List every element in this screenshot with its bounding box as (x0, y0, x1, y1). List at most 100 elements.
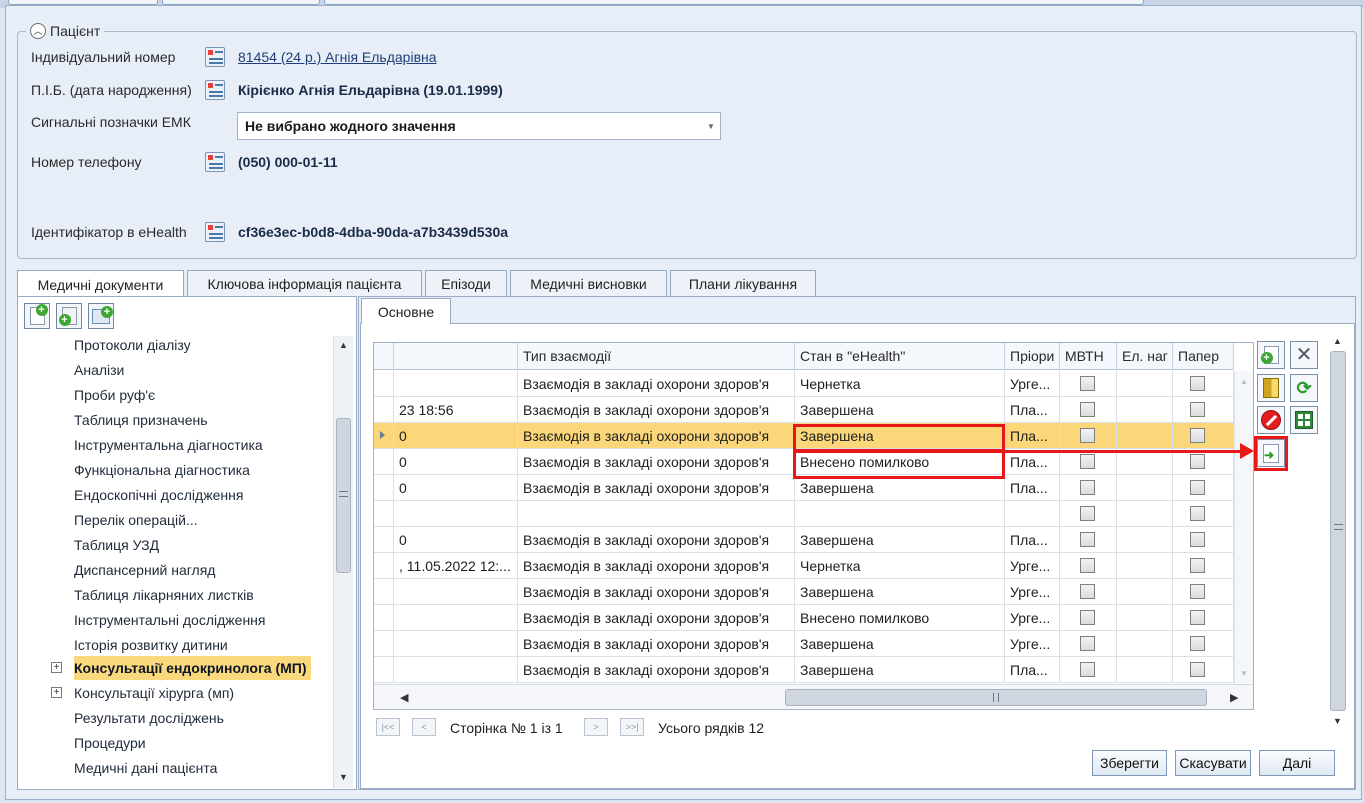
checkbox[interactable] (1190, 454, 1205, 469)
tree-item[interactable]: Диспансерний нагляд (74, 558, 215, 582)
tree-item[interactable]: Проби руф'є (74, 383, 155, 407)
scroll-down-icon[interactable]: ▼ (1240, 669, 1248, 678)
checkbox[interactable] (1080, 376, 1095, 391)
new-document-button[interactable]: + (24, 303, 50, 329)
checkbox[interactable] (1080, 454, 1095, 469)
column-header-type[interactable]: Тип взаємодії (518, 343, 795, 370)
tools-button[interactable]: ✕ (1290, 341, 1318, 369)
tree-item[interactable]: Протоколи діалізу (74, 335, 191, 357)
scroll-up-icon[interactable]: ▲ (1240, 377, 1248, 386)
scroll-thumb[interactable] (1330, 351, 1346, 711)
checkbox[interactable] (1190, 532, 1205, 547)
tab-treatment-plans[interactable]: Плани лікування (670, 270, 816, 297)
tree-item[interactable]: Аналізи (74, 358, 124, 382)
column-header-el-nag[interactable]: Ел. наг (1117, 343, 1173, 370)
cancel-button[interactable]: Скасувати (1175, 750, 1251, 776)
column-header-paper[interactable]: Папер (1173, 343, 1234, 370)
spreadsheet-button[interactable] (1290, 406, 1318, 434)
link-button[interactable]: ⟳ (1290, 374, 1318, 402)
cancel-record-button[interactable] (1257, 406, 1285, 434)
checkbox[interactable] (1190, 584, 1205, 599)
table-row[interactable]: Взаємодія в закладі охорони здоров'я Внес… (374, 605, 1234, 631)
prev-page-button[interactable]: < (412, 718, 436, 736)
tab-medical-conclusions[interactable]: Медичні висновки (510, 270, 667, 297)
tree-item[interactable]: Функціональна діагностика (74, 458, 250, 482)
patient-group-header[interactable]: ︿ Пацієнт (26, 22, 105, 40)
tab-main[interactable]: Основне (361, 298, 451, 324)
column-header-priority[interactable]: Пріори (1005, 343, 1060, 370)
panel-scrollbar[interactable]: ▲ ▼ (1329, 333, 1349, 730)
scroll-thumb[interactable] (336, 418, 351, 573)
table-row[interactable]: , 11.05.2022 12:... Взаємодія в закладі о… (374, 553, 1234, 579)
checkbox[interactable] (1190, 480, 1205, 495)
scroll-up-icon[interactable]: ▲ (339, 340, 348, 350)
checkbox[interactable] (1190, 506, 1205, 521)
tree-item-selected[interactable]: Консультації ендокринолога (МП) (74, 656, 311, 680)
checkbox[interactable] (1080, 584, 1095, 599)
book-button[interactable] (1257, 374, 1285, 402)
signal-marks-dropdown[interactable]: Не вибрано жодного значення ▼ (237, 112, 721, 140)
column-header-ehealth-state[interactable]: Стан в "eHealth" (795, 343, 1005, 370)
table-row[interactable]: 0 Взаємодія в закладі охорони здоров'я Зав… (374, 527, 1234, 553)
patient-id-link[interactable]: 81454 (24 р.) Агнія Ельдарівна (238, 49, 437, 65)
scroll-right-icon[interactable]: ▶ (1230, 691, 1238, 704)
scroll-thumb[interactable] (785, 689, 1207, 706)
add-patient-document-button[interactable]: + (88, 303, 114, 329)
column-header-date[interactable] (394, 343, 518, 370)
tree-item[interactable]: Таблиця призначень (74, 408, 208, 432)
tree-item[interactable]: Перелік операцій... (74, 508, 198, 532)
add-record-button[interactable]: + (1257, 341, 1285, 369)
checkbox[interactable] (1080, 428, 1095, 443)
checkbox[interactable] (1080, 480, 1095, 495)
table-row[interactable]: 23 18:56 Взаємодія в закладі охорони здор… (374, 397, 1234, 423)
checkbox[interactable] (1080, 662, 1095, 677)
checkbox[interactable] (1080, 532, 1095, 547)
tree-item[interactable]: Ендоскопічні дослідження (74, 483, 243, 507)
tree-item[interactable]: Медичні дані пацієнта (74, 756, 217, 780)
table-row[interactable] (374, 501, 1234, 527)
checkbox[interactable] (1190, 402, 1205, 417)
checkbox[interactable] (1080, 506, 1095, 521)
tree-item[interactable]: Інструментальні дослідження (74, 608, 265, 632)
checkbox[interactable] (1190, 662, 1205, 677)
next-button[interactable]: Далі (1259, 750, 1335, 776)
expand-icon[interactable]: + (51, 687, 62, 698)
tree-item[interactable]: Таблиця УЗД (74, 533, 159, 557)
first-page-button[interactable]: |<< (376, 718, 400, 736)
tab-medical-documents[interactable]: Медичні документи (17, 270, 184, 298)
grid-vertical-scrollbar[interactable]: ▲ ▼ (1234, 371, 1253, 683)
checkbox[interactable] (1080, 610, 1095, 625)
tree-scrollbar[interactable]: ▲ ▼ (333, 336, 353, 788)
tree-item[interactable]: Історія розвитку дитини (74, 633, 228, 657)
save-button[interactable]: Зберегти (1092, 750, 1167, 776)
tab-episodes[interactable]: Епізоди (425, 270, 507, 297)
checkbox[interactable] (1080, 636, 1095, 651)
patient-card-icon[interactable] (205, 80, 225, 100)
column-header-mvtn[interactable]: МВТН (1060, 343, 1117, 370)
tab-key-info[interactable]: Ключова інформація пацієнта (187, 270, 422, 297)
collapse-icon[interactable]: ︿ (30, 23, 46, 39)
patient-card-icon[interactable] (205, 222, 225, 242)
chevron-down-icon[interactable]: ▼ (706, 121, 716, 131)
checkbox[interactable] (1080, 558, 1095, 573)
scroll-down-icon[interactable]: ▼ (339, 772, 348, 782)
tree-item[interactable]: Таблиця лікарняних листків (74, 583, 254, 607)
copy-document-button[interactable]: + (56, 303, 82, 329)
checkbox[interactable] (1190, 558, 1205, 573)
scroll-left-icon[interactable]: ◀ (400, 691, 408, 704)
checkbox[interactable] (1190, 610, 1205, 625)
checkbox[interactable] (1190, 428, 1205, 443)
grid-horizontal-scrollbar[interactable]: ◀ ▶ (374, 684, 1253, 709)
table-row[interactable]: Взаємодія в закладі охорони здоров'я Заве… (374, 579, 1234, 605)
table-row[interactable]: Взаємодія в закладі охорони здоров'я Заве… (374, 657, 1234, 683)
scroll-down-icon[interactable]: ▼ (1333, 716, 1342, 726)
checkbox[interactable] (1190, 376, 1205, 391)
checkbox[interactable] (1080, 402, 1095, 417)
tree-item[interactable]: Процедури (74, 731, 146, 755)
tree-item[interactable]: Результати досліджень (74, 706, 224, 730)
table-row[interactable]: Взаємодія в закладі охорони здоров'я Заве… (374, 631, 1234, 657)
checkbox[interactable] (1190, 636, 1205, 651)
table-row[interactable]: Взаємодія в закладі охорони здоров'я Черн… (374, 371, 1234, 397)
scroll-up-icon[interactable]: ▲ (1333, 336, 1342, 346)
next-page-button[interactable]: > (584, 718, 608, 736)
